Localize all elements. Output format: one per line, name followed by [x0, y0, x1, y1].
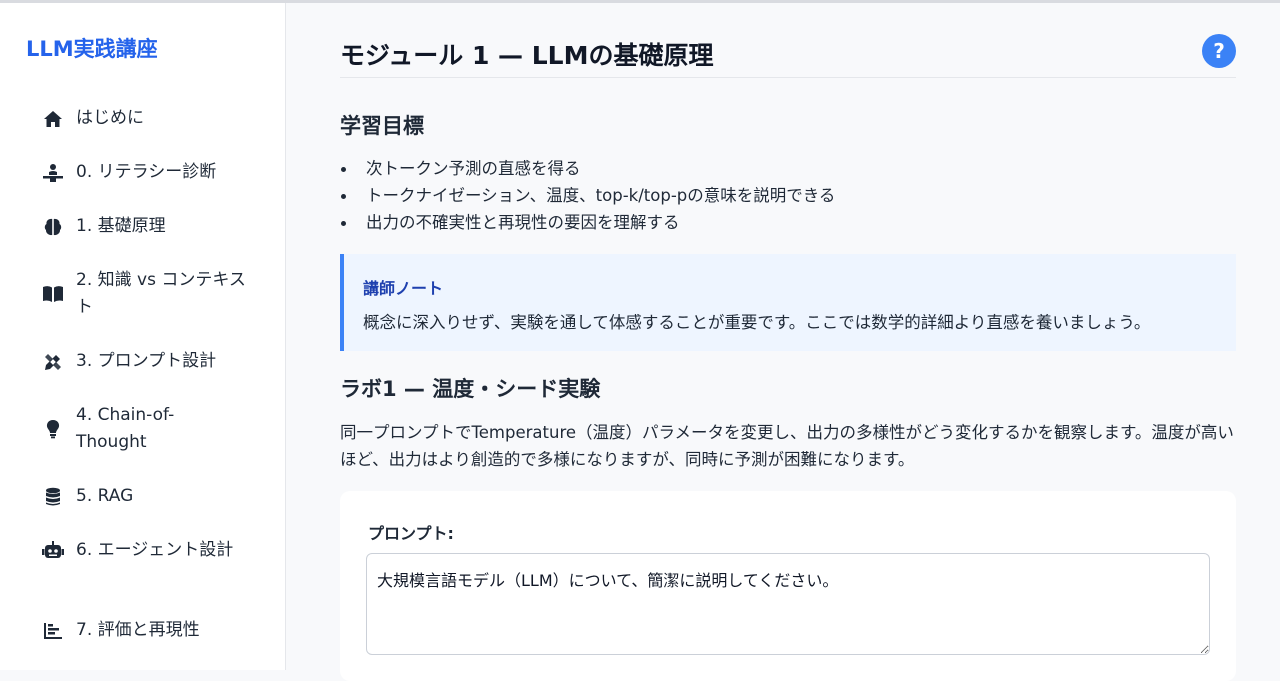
- prompt-card: プロンプト: 大規模言語モデル（LLM）について、簡潔に説明してください。: [340, 491, 1236, 681]
- robot-icon: [40, 540, 66, 562]
- lightbulb-icon: [40, 418, 66, 440]
- list-item: トークナイゼーション、温度、top-k/top-pの意味を説明できる: [340, 182, 835, 209]
- brain-icon: [40, 216, 66, 238]
- page-title: モジュール 1 — LLMの基礎原理: [340, 41, 714, 70]
- objectives-heading: 学習目標: [340, 114, 424, 138]
- person-desk-icon: [40, 162, 66, 184]
- sidebar-item-label: 6. エージェント設計: [76, 540, 234, 560]
- help-icon: ?: [1213, 39, 1225, 63]
- sidebar-item-prompt-design[interactable]: 3. プロンプト設計: [40, 348, 260, 375]
- sidebar-item-label: 4. Chain-of-Thought: [76, 405, 175, 452]
- instructor-note: 講師ノート 概念に深入りせず、実験を通して体感することが重要です。ここでは数学的…: [340, 254, 1236, 351]
- list-item: 出力の不確実性と再現性の要因を理解する: [340, 209, 835, 236]
- sidebar-item-label: 1. 基礎原理: [76, 216, 166, 236]
- sidebar: LLM実践講座 はじめに 0. リテラシー診断 1. 基礎原理 2. 知識 vs…: [0, 3, 286, 670]
- chart-bar-icon: [40, 620, 66, 642]
- objectives-list: 次トークン予測の直感を得る トークナイゼーション、温度、top-k/top-pの…: [340, 155, 835, 236]
- sidebar-item-evaluation[interactable]: 7. 評価と再現性: [40, 617, 260, 644]
- sidebar-item-basics[interactable]: 1. 基礎原理: [40, 213, 260, 240]
- list-item: 次トークン予測の直感を得る: [340, 155, 835, 182]
- lab-heading: ラボ1 — 温度・シード実験: [340, 377, 601, 401]
- main-content: モジュール 1 — LLMの基礎原理 ? 学習目標 次トークン予測の直感を得る …: [286, 3, 1280, 681]
- sidebar-item-agent-design[interactable]: 6. エージェント設計: [40, 537, 260, 564]
- prompt-input[interactable]: 大規模言語モデル（LLM）について、簡潔に説明してください。: [366, 553, 1210, 655]
- sidebar-item-knowledge-context[interactable]: 2. 知識 vs コンテキスト: [40, 267, 260, 321]
- sidebar-item-rag[interactable]: 5. RAG: [40, 483, 260, 510]
- help-button[interactable]: ?: [1202, 34, 1236, 68]
- pen-ruler-icon: [40, 351, 66, 373]
- sidebar-item-chain-of-thought[interactable]: 4. Chain-of-Thought: [40, 402, 260, 456]
- book-icon: [40, 283, 66, 305]
- sidebar-item-label: はじめに: [76, 108, 144, 128]
- sidebar-item-label: 7. 評価と再現性: [76, 620, 200, 640]
- lab-description: 同一プロンプトでTemperature（温度）パラメータを変更し、出力の多様性が…: [340, 423, 1234, 469]
- sidebar-item-label: 0. リテラシー診断: [76, 162, 217, 182]
- prompt-label: プロンプト:: [368, 524, 454, 543]
- home-icon: [40, 108, 66, 130]
- sidebar-item-label: 3. プロンプト設計: [76, 351, 217, 371]
- sidebar-item-label: 2. 知識 vs コンテキスト: [76, 270, 246, 317]
- title-divider: [340, 77, 1236, 78]
- note-body: 概念に深入りせず、実験を通して体感することが重要です。ここでは数学的詳細より直感…: [363, 313, 1151, 332]
- brand-title[interactable]: LLM実践講座: [26, 33, 158, 63]
- sidebar-item-literacy[interactable]: 0. リテラシー診断: [40, 159, 260, 186]
- sidebar-item-label: 5. RAG: [76, 486, 134, 506]
- sidebar-item-intro[interactable]: はじめに: [40, 105, 260, 132]
- database-icon: [40, 486, 66, 508]
- note-title: 講師ノート: [363, 279, 444, 298]
